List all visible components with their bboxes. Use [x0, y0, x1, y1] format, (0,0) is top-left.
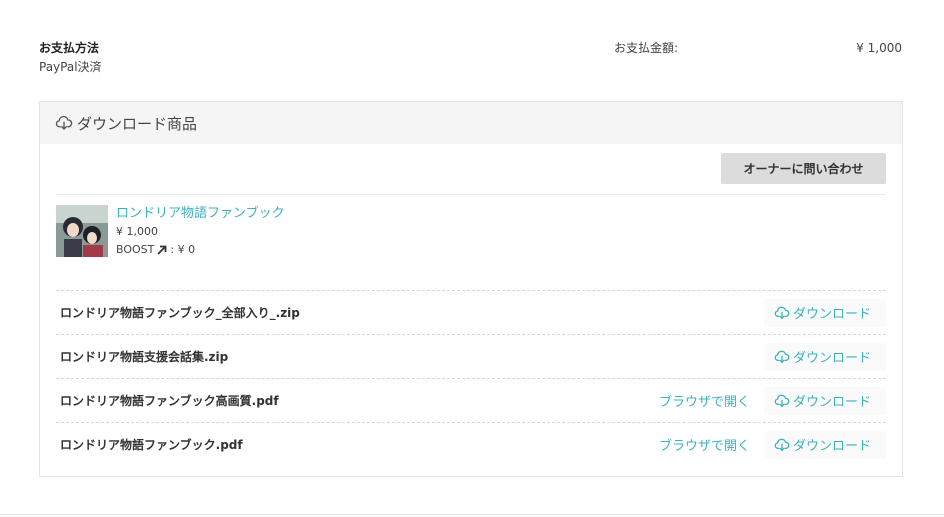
arrow-up-right-icon	[156, 244, 168, 256]
download-button[interactable]: ダウンロード	[764, 430, 886, 459]
cloud-download-icon	[774, 305, 790, 321]
cloud-download-icon	[55, 114, 73, 132]
open-in-browser-link[interactable]: ブラウザで開く	[659, 435, 750, 454]
file-list: ロンドリア物語ファンブック_全部入り_.zip ダウンロード ロンドリア物語支援…	[56, 290, 886, 466]
product-name-link[interactable]: ロンドリア物語ファンブック	[116, 205, 285, 222]
product-summary: ロンドリア物語ファンブック ¥ 1,000 BOOST : ¥ 0	[56, 205, 285, 257]
download-button[interactable]: ダウンロード	[764, 298, 886, 327]
panel-title: ダウンロード商品	[77, 114, 198, 133]
payment-method-label: お支払方法	[39, 41, 100, 55]
cloud-download-icon	[774, 437, 790, 453]
file-row: ロンドリア物語支援会話集.zip ダウンロード	[56, 334, 886, 378]
file-name: ロンドリア物語ファンブック_全部入り_.zip	[60, 306, 300, 320]
cloud-download-icon	[774, 349, 790, 365]
payment-method: お支払方法 PayPal決済	[39, 40, 102, 75]
page-bottom-divider	[0, 514, 944, 515]
product-price: ¥ 1,000	[116, 225, 158, 238]
product-boost: BOOST : ¥ 0	[116, 243, 285, 257]
file-row: ロンドリア物語ファンブック高画質.pdf ブラウザで開く ダウンロード	[56, 378, 886, 422]
payment-amount-value: ¥ 1,000	[856, 41, 902, 55]
download-label: ダウンロード	[793, 307, 872, 322]
cloud-download-icon	[774, 393, 790, 409]
divider	[56, 194, 886, 195]
payment-amount-label: お支払金額:	[614, 41, 679, 55]
file-name: ロンドリア物語ファンブック高画質.pdf	[60, 394, 279, 408]
file-row: ロンドリア物語ファンブック_全部入り_.zip ダウンロード	[56, 290, 886, 334]
download-label: ダウンロード	[793, 439, 872, 454]
download-label: ダウンロード	[793, 351, 872, 366]
file-name: ロンドリア物語支援会話集.zip	[60, 350, 229, 364]
download-label: ダウンロード	[793, 395, 872, 410]
boost-label: BOOST	[116, 243, 155, 256]
contact-owner-button[interactable]: オーナーに問い合わせ	[721, 153, 886, 184]
payment-method-value: PayPal決済	[39, 60, 102, 74]
file-name: ロンドリア物語ファンブック.pdf	[60, 438, 243, 452]
product-thumbnail[interactable]	[56, 205, 108, 257]
boost-value: : ¥ 0	[170, 243, 196, 256]
download-products-panel: ダウンロード商品 オーナーに問い合わせ ロンドリア物語ファンブック ¥ 1,00…	[39, 101, 903, 477]
download-button[interactable]: ダウンロード	[764, 342, 886, 371]
download-button[interactable]: ダウンロード	[764, 386, 886, 415]
panel-header: ダウンロード商品	[40, 102, 902, 144]
file-row: ロンドリア物語ファンブック.pdf ブラウザで開く ダウンロード	[56, 422, 886, 466]
open-in-browser-link[interactable]: ブラウザで開く	[659, 391, 750, 410]
